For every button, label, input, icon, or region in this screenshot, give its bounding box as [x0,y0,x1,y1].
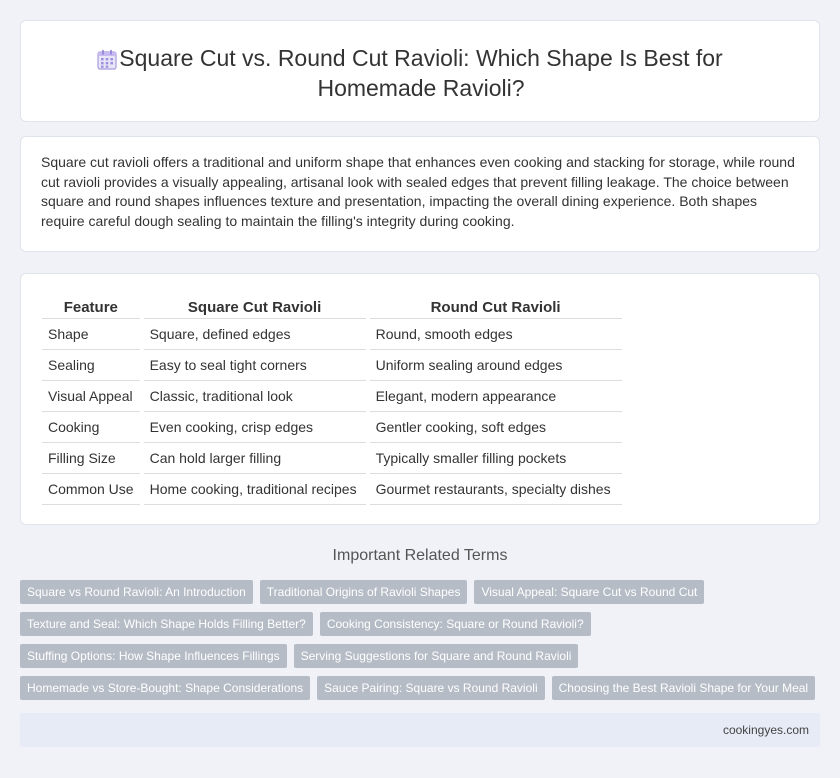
related-term-tag[interactable]: Square vs Round Ravioli: An Introduction [20,580,253,604]
round-cell: Gentler cooking, soft edges [369,412,622,443]
related-term-tag[interactable]: Stuffing Options: How Shape Influences F… [20,644,287,668]
column-header-round: Round Cut Ravioli [369,296,622,319]
square-cell: Home cooking, traditional recipes [143,474,366,505]
round-cell: Gourmet restaurants, specialty dishes [369,474,622,505]
tag-row: Square vs Round Ravioli: An Introduction… [20,580,820,604]
related-term-tag[interactable]: Cooking Consistency: Square or Round Rav… [319,612,591,636]
feature-cell: Shape [42,319,140,350]
header-card: Square Cut vs. Round Cut Ravioli: Which … [20,20,820,122]
page-title: Square Cut vs. Round Cut Ravioli: Which … [119,45,723,101]
related-term-tag[interactable]: Serving Suggestions for Square and Round… [293,644,579,668]
related-term-tag[interactable]: Traditional Origins of Ravioli Shapes [259,580,468,604]
square-cell: Can hold larger filling [143,443,366,474]
square-cell: Easy to seal tight corners [143,350,366,381]
table-header-row: Feature Square Cut Ravioli Round Cut Rav… [42,296,622,319]
feature-cell: Sealing [42,350,140,381]
related-terms-heading: Important Related Terms [332,547,508,564]
column-header-square: Square Cut Ravioli [143,296,366,319]
table-row: Shape Square, defined edges Round, smoot… [42,319,622,350]
square-cell: Classic, traditional look [143,381,366,412]
related-term-tag[interactable]: Homemade vs Store-Bought: Shape Consider… [20,676,311,700]
square-cell: Square, defined edges [143,319,366,350]
column-header-feature: Feature [42,296,140,319]
comparison-card: Feature Square Cut Ravioli Round Cut Rav… [20,273,820,525]
related-terms-list: Square vs Round Ravioli: An Introduction… [20,580,820,708]
round-cell: Round, smooth edges [369,319,622,350]
round-cell: Elegant, modern appearance [369,381,622,412]
tag-row: Homemade vs Store-Bought: Shape Consider… [20,676,820,700]
intro-card: Square cut ravioli offers a traditional … [20,136,820,252]
table-row: Filling Size Can hold larger filling Typ… [42,443,622,474]
related-term-tag[interactable]: Texture and Seal: Which Shape Holds Fill… [20,612,313,636]
feature-cell: Filling Size [42,443,140,474]
related-term-tag[interactable]: Choosing the Best Ravioli Shape for Your… [551,676,816,700]
table-row: Visual Appeal Classic, traditional look … [42,381,622,412]
related-term-tag[interactable]: Sauce Pairing: Square vs Round Ravioli [317,676,545,700]
feature-cell: Cooking [42,412,140,443]
feature-cell: Visual Appeal [42,381,140,412]
intro-paragraph: Square cut ravioli offers a traditional … [41,154,795,229]
table-row: Cooking Even cooking, crisp edges Gentle… [42,412,622,443]
site-credit-link[interactable]: cookingyes.com [723,723,809,737]
square-cell: Even cooking, crisp edges [143,412,366,443]
table-row: Sealing Easy to seal tight corners Unifo… [42,350,622,381]
comparison-table: Feature Square Cut Ravioli Round Cut Rav… [42,296,622,505]
round-cell: Typically smaller filling pockets [369,443,622,474]
footer-bar: cookingyes.com [20,713,820,747]
round-cell: Uniform sealing around edges [369,350,622,381]
tag-row: Stuffing Options: How Shape Influences F… [20,644,820,668]
tag-row: Texture and Seal: Which Shape Holds Fill… [20,612,820,636]
feature-cell: Common Use [42,474,140,505]
table-row: Common Use Home cooking, traditional rec… [42,474,622,505]
related-term-tag[interactable]: Visual Appeal: Square Cut vs Round Cut [474,580,705,604]
